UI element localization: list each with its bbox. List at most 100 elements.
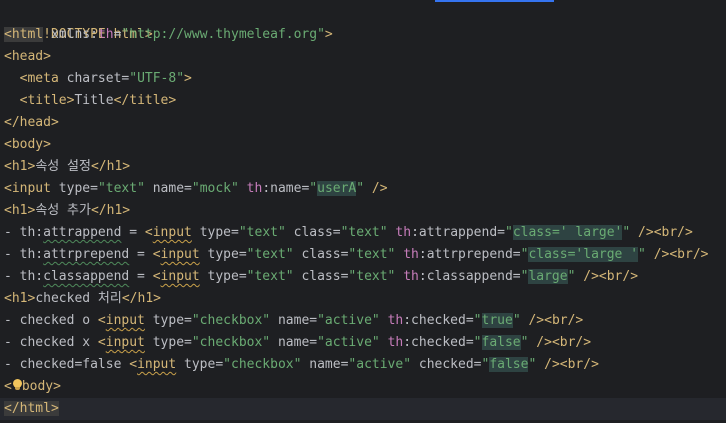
- tag: </html>: [4, 401, 59, 416]
- code-line-16[interactable]: - checked x <input type="checkbox" name=…: [0, 332, 726, 354]
- attr-value: "text": [340, 225, 388, 240]
- attr-namespace: th: [395, 225, 412, 240]
- attr-name: checked=: [418, 357, 482, 372]
- text-content: - checked o: [4, 313, 98, 328]
- code-line-18[interactable]: < body>: [0, 376, 726, 398]
- attr-name: class=: [293, 225, 341, 240]
- tag-close: /><br/>: [653, 247, 709, 262]
- attr-name: name=: [277, 313, 318, 328]
- tag: </h1>: [90, 159, 131, 174]
- attr-value: "text": [348, 269, 396, 284]
- text-content: - th:attrprepend =: [4, 247, 153, 262]
- tag-close: /><br/>: [544, 357, 599, 372]
- tag: <h1>: [4, 203, 36, 218]
- tag: </title>: [113, 93, 177, 108]
- attr-value: "userA": [309, 181, 365, 196]
- tag-close: /><br/>: [583, 269, 639, 284]
- attr-name: type=: [184, 357, 224, 372]
- text-content: 속성 설정: [35, 159, 91, 174]
- attr-name: type=: [58, 181, 98, 196]
- code-line-12[interactable]: - th:attrprepend = <input type="text" cl…: [0, 244, 726, 266]
- attr-value: "text": [97, 181, 145, 196]
- tag: <body>: [4, 379, 61, 394]
- tag-open: <input: [97, 335, 145, 350]
- tag: </h1>: [90, 203, 131, 218]
- attr-value: "false": [481, 357, 537, 372]
- attr-name: class=: [301, 247, 349, 262]
- attr-namespace: th: [246, 181, 263, 196]
- attr-namespace: th: [403, 269, 419, 284]
- code-line-15[interactable]: - checked o <input type="checkbox" name=…: [0, 310, 726, 332]
- attr-value: "active": [348, 357, 412, 372]
- code-line-10[interactable]: <h1>속성 추가</h1>: [0, 200, 726, 222]
- code-line-11[interactable]: - th:attrappend = <input type="text" cla…: [0, 222, 726, 244]
- text-content: - th:classappend =: [4, 269, 153, 284]
- tag-open: <input: [152, 247, 200, 262]
- tag-open: <input: [129, 357, 177, 372]
- tag-close: /><br/>: [536, 335, 592, 350]
- attr-name: type=: [152, 335, 192, 350]
- attr-name: type=: [207, 247, 247, 262]
- code-line-3[interactable]: <head>: [0, 46, 726, 68]
- code-line-19[interactable]: </html>: [0, 398, 726, 420]
- code-line-4[interactable]: <meta charset="UTF-8">: [0, 68, 726, 90]
- lightbulb-icon[interactable]: [12, 379, 22, 391]
- text-content: - checked=false: [4, 357, 130, 372]
- tag-close: /><br/>: [638, 225, 693, 240]
- tag: <h1>: [4, 159, 36, 174]
- attr-name: xmlns:: [50, 27, 98, 42]
- code-editor[interactable]: <!DOCTYPE html> <html xmlns:th="http://w…: [0, 0, 726, 423]
- attr-name: name=: [152, 181, 192, 196]
- code-line-1[interactable]: <!DOCTYPE html>: [0, 2, 726, 42]
- text-content: checked 처리: [35, 291, 122, 306]
- code-line-2[interactable]: <html xmlns:th="http://www.thymeleaf.org…: [0, 24, 726, 46]
- tag: <title>: [19, 93, 75, 108]
- tag-open: <input: [4, 181, 51, 196]
- text-content: 속성 추가: [35, 203, 91, 218]
- tag-open: <input: [144, 225, 192, 240]
- tag-close: >: [324, 27, 333, 42]
- code-line-14[interactable]: <h1>checked 처리</h1>: [0, 288, 726, 310]
- attr-name: charset=: [66, 71, 130, 86]
- code-line-8[interactable]: <h1>속성 설정</h1>: [0, 156, 726, 178]
- attr-name: type=: [207, 269, 247, 284]
- text-content: - checked x: [4, 335, 98, 350]
- tag: <head>: [4, 49, 51, 64]
- attr-namespace: th: [97, 27, 114, 42]
- code-line-7[interactable]: <body>: [0, 134, 726, 156]
- code-line-6[interactable]: </head>: [0, 112, 726, 134]
- attr-value: "UTF-8": [129, 71, 185, 86]
- attr-namespace: th: [387, 335, 404, 350]
- tag: </h1>: [121, 291, 161, 306]
- attr-namespace: th: [403, 247, 419, 262]
- attr-value: "large": [520, 269, 576, 284]
- attr-value: "text": [246, 269, 294, 284]
- tag: <h1>: [4, 291, 36, 306]
- code-line-17[interactable]: - checked=false <input type="checkbox" n…: [0, 354, 726, 376]
- tag-open: <meta: [19, 71, 59, 86]
- tag-close: />: [371, 181, 388, 196]
- attr-value: "class=' large'": [504, 225, 631, 240]
- attr-value: "active": [317, 313, 380, 328]
- attr-namespace: th: [387, 313, 404, 328]
- code-line-5[interactable]: <title>Title</title>: [0, 90, 726, 112]
- tag: </head>: [4, 115, 59, 130]
- attr-name: :classappend=: [418, 269, 521, 284]
- attr-name: :name=: [262, 181, 310, 196]
- tag-open: <input: [97, 313, 145, 328]
- tag-close: >: [184, 71, 192, 86]
- attr-value: "text": [348, 247, 396, 262]
- code-line-13[interactable]: - th:classappend = <input type="text" cl…: [0, 266, 726, 288]
- attr-value: "text": [246, 247, 294, 262]
- attr-name: class=: [301, 269, 349, 284]
- attr-value: "true": [473, 313, 521, 328]
- attr-value: "http://www.thymeleaf.org": [121, 27, 325, 42]
- text-content: Title: [74, 93, 114, 108]
- attr-name: name=: [277, 335, 318, 350]
- attr-value: "false": [473, 335, 529, 350]
- attr-value: "checkbox": [191, 313, 271, 328]
- attr-name: type=: [152, 313, 192, 328]
- tag-close: /><br/>: [528, 313, 584, 328]
- code-line-9[interactable]: <input type="text" name="mock" th:name="…: [0, 178, 726, 200]
- attr-value: "checkbox": [191, 335, 271, 350]
